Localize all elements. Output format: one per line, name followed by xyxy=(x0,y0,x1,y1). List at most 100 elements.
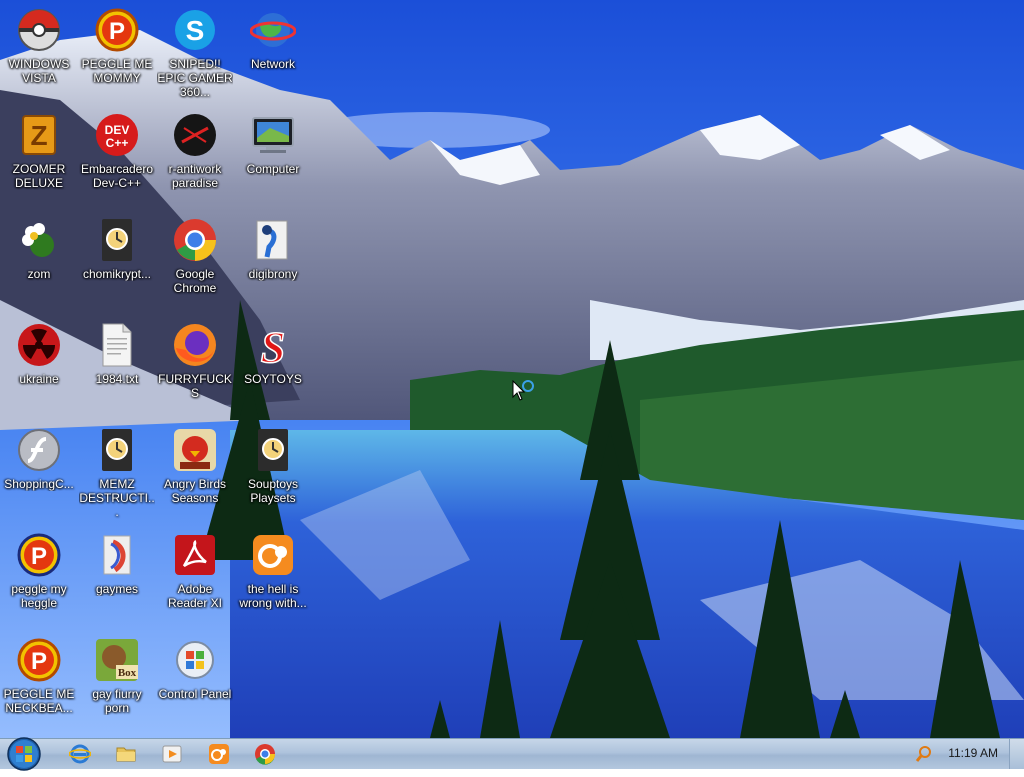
desktop-icon-r-antiwork-paradise[interactable]: r-antiwork paradise xyxy=(157,111,233,190)
icon-label: Souptoys Playsets xyxy=(247,477,299,505)
desktop-icon-furryfucks[interactable]: FURRYFUCKS xyxy=(157,321,233,400)
zoomer-icon: Z xyxy=(15,111,63,159)
svg-text:S: S xyxy=(261,323,285,368)
radiation-icon xyxy=(15,321,63,369)
desktop-icon-zoomer-deluxe[interactable]: Z ZOOMER DELUXE xyxy=(1,111,77,190)
svg-text:Z: Z xyxy=(30,120,47,151)
icon-label: SNIPED!! EPIC GAMER 360... xyxy=(157,57,233,99)
skype-icon: S xyxy=(171,6,219,54)
icon-label: Google Chrome xyxy=(173,267,217,295)
taskbar-clock[interactable]: 11:19 AM xyxy=(948,746,998,760)
desktop-icon-memz-destructi[interactable]: MEMZ DESTRUCTI... xyxy=(79,426,155,519)
text-file-icon xyxy=(93,321,141,369)
taskbar-google-chrome[interactable] xyxy=(253,742,277,766)
icon-label: Angry Birds Seasons xyxy=(163,477,227,505)
icon-label: PEGGLE ME NECKBEA... xyxy=(3,687,75,715)
taskbar-internet-explorer[interactable] xyxy=(68,742,92,766)
svg-text:Box: Box xyxy=(118,667,137,679)
desktop-icon-ukraine[interactable]: ukraine xyxy=(1,321,77,386)
desktop-icon-peggle-me-mommy[interactable]: P PEGGLE ME MOMMY xyxy=(79,6,155,85)
icon-label: ShoppingC... xyxy=(4,477,74,491)
svg-text:S: S xyxy=(186,15,205,46)
desktop-icon-peggle-me-neckbea[interactable]: P PEGGLE ME NECKBEA... xyxy=(1,636,77,715)
desktop-icon-zom[interactable]: zom xyxy=(1,216,77,281)
desktop-icon-control-panel[interactable]: Control Panel xyxy=(157,636,233,701)
windows-orb-icon xyxy=(7,737,41,771)
peggle-icon: P xyxy=(93,6,141,54)
flash-icon xyxy=(15,426,63,474)
svg-text:P: P xyxy=(109,18,125,45)
icon-label: gay fiurry porn xyxy=(92,687,142,715)
desktop-icon-soytoys[interactable]: S SOYTOYS xyxy=(235,321,311,386)
media-file-icon xyxy=(93,531,141,579)
icon-label: Control Panel xyxy=(158,687,232,701)
icon-label: 1984.txt xyxy=(95,372,139,386)
devcpp-icon: DEV C++ xyxy=(93,111,141,159)
tray-search-button[interactable] xyxy=(912,742,936,766)
uc-browser-icon xyxy=(249,531,297,579)
icon-label: gaymes xyxy=(95,582,139,596)
svg-text:C++: C++ xyxy=(106,136,129,150)
icon-label: ukraine xyxy=(19,372,59,386)
desktop-icon-shoppingc[interactable]: ShoppingC... xyxy=(1,426,77,491)
internet-explorer-icon xyxy=(69,744,91,764)
desktop-icon-windows-vista[interactable]: WINDOWS VISTA xyxy=(1,6,77,85)
taskbar-media-player[interactable] xyxy=(160,742,184,766)
start-button[interactable] xyxy=(4,736,44,771)
control-panel-icon xyxy=(171,636,219,684)
desktop-icon-network[interactable]: Network xyxy=(235,6,311,71)
svg-text:P: P xyxy=(31,543,47,570)
icon-label: zom xyxy=(27,267,51,281)
desktop-icon-gaymes[interactable]: gaymes xyxy=(79,531,155,596)
desktop-icon-1984-txt[interactable]: 1984.txt xyxy=(79,321,155,386)
desktop-icon-sniped-epic-gamer[interactable]: S SNIPED!! EPIC GAMER 360... xyxy=(157,6,233,99)
icon-label: peggle my heggle xyxy=(11,582,67,610)
icon-label: Network xyxy=(250,57,295,71)
icon-label: the hell is wrong with... xyxy=(239,582,307,610)
desktop-icon-the-hell-is-wrong-with[interactable]: the hell is wrong with... xyxy=(235,531,311,610)
desktop-icon-adobe-reader-xi[interactable]: Adobe Reader XI xyxy=(157,531,233,610)
angry-birds-icon xyxy=(171,426,219,474)
icon-label: r-antiwork paradise xyxy=(168,162,222,190)
desktop-icon-gay-fiurry-porn[interactable]: Box gay fiurry porn xyxy=(79,636,155,715)
taskbar-file-explorer[interactable] xyxy=(114,742,138,766)
peggle-icon: P xyxy=(15,531,63,579)
antiwork-icon xyxy=(171,111,219,159)
computer-icon xyxy=(249,111,297,159)
desktop-icon-embarcadero-dev-cpp[interactable]: DEV C++ Embarcadero Dev-C++ xyxy=(79,111,155,190)
icon-label: WINDOWS VISTA xyxy=(8,57,70,85)
desktop: WINDOWS VISTA Z ZOOMER DELUXE zom ukrain… xyxy=(0,0,1024,738)
icon-label: ZOOMER DELUXE xyxy=(12,162,66,190)
desktop-icon-souptoys-playsets[interactable]: Souptoys Playsets xyxy=(235,426,311,505)
icon-label: SOYTOYS xyxy=(244,372,302,386)
network-globe-icon xyxy=(249,6,297,54)
icon-label: Computer xyxy=(246,162,300,176)
icon-label: MEMZ DESTRUCTI... xyxy=(79,477,155,519)
firefox-icon xyxy=(171,321,219,369)
desktop-icon-angry-birds-seasons[interactable]: Angry Birds Seasons xyxy=(157,426,233,505)
chrome-icon xyxy=(255,744,275,765)
peggle-icon: P xyxy=(15,636,63,684)
taskbar-uc-browser[interactable] xyxy=(207,742,231,766)
show-desktop-button[interactable] xyxy=(1009,739,1024,769)
desktop-icon-chomikrypt[interactable]: chomikrypt... xyxy=(79,216,155,281)
busy-cursor-icon xyxy=(512,380,534,401)
pokeball-icon xyxy=(15,6,63,54)
desktop-icon-computer[interactable]: Computer xyxy=(235,111,311,176)
icon-label: PEGGLE ME MOMMY xyxy=(81,57,153,85)
desktop-icon-peggle-my-heggle[interactable]: P peggle my heggle xyxy=(1,531,77,610)
icon-label: FURRYFUCKS xyxy=(158,372,232,400)
desktop-icon-google-chrome[interactable]: Google Chrome xyxy=(157,216,233,295)
icon-label: chomikrypt... xyxy=(82,267,151,281)
desktop-icon-digibrony[interactable]: digibrony xyxy=(235,216,311,281)
svg-text:P: P xyxy=(31,648,47,675)
shortcut-file-icon xyxy=(93,426,141,474)
search-icon xyxy=(915,746,931,762)
shortcut-file-icon xyxy=(93,216,141,264)
soytoys-icon: S xyxy=(249,321,297,369)
chrome-icon xyxy=(171,216,219,264)
icon-label: digibrony xyxy=(248,267,298,281)
uc-browser-icon xyxy=(209,744,229,764)
shortcut-file-icon xyxy=(249,426,297,474)
svg-text:DEV: DEV xyxy=(105,123,130,137)
